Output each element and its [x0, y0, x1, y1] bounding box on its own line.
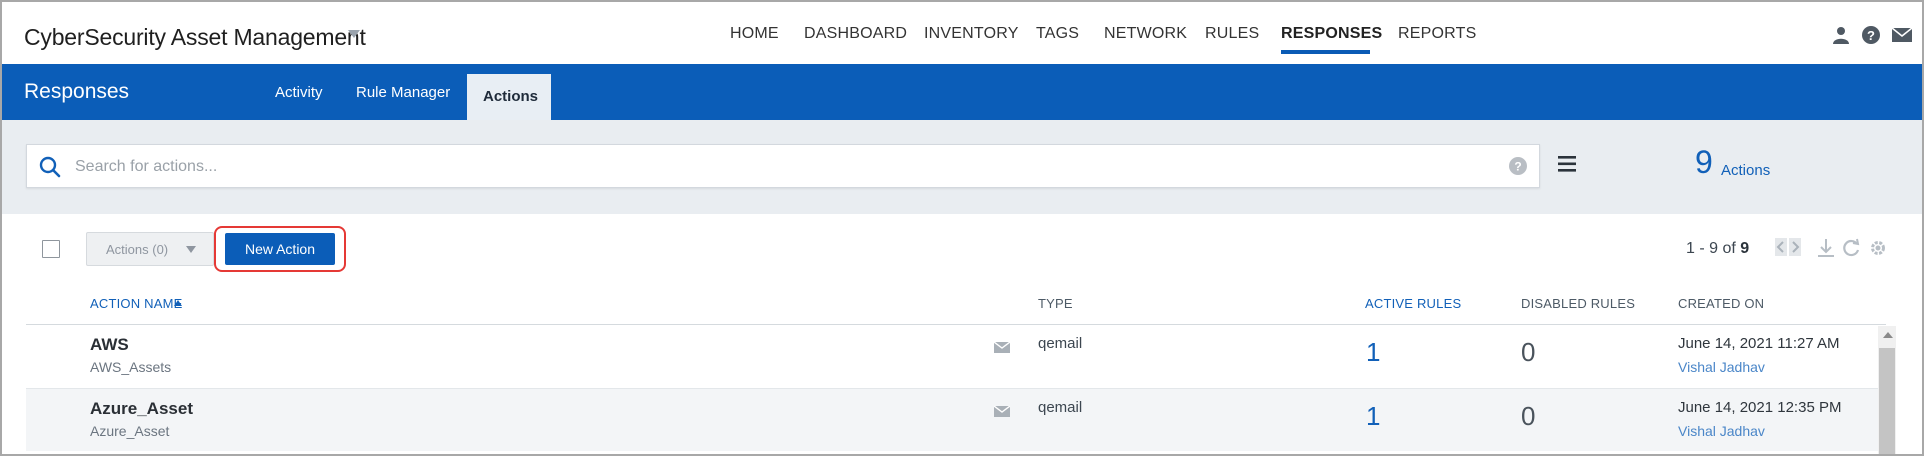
created-by-user[interactable]: Vishal Jadhav [1678, 423, 1765, 439]
actions-count: 9 [1695, 144, 1713, 180]
action-subtitle: AWS_Assets [90, 359, 172, 375]
nav-home[interactable]: HOME [730, 25, 779, 43]
column-disabled-rules[interactable]: DISABLED RULES [1521, 296, 1635, 311]
pagination-total: 9 [1740, 240, 1750, 257]
mail-icon[interactable] [1891, 27, 1913, 47]
column-active-rules[interactable]: ACTIVE RULES [1365, 296, 1461, 311]
action-subtitle: Azure_Asset [90, 423, 170, 439]
action-type: qemail [1038, 335, 1083, 352]
top-navigation: CyberSecurity Asset Management HOME DASH… [2, 2, 1922, 64]
search-box: ? [26, 144, 1540, 189]
chevron-down-icon [186, 246, 196, 253]
nav-tags[interactable]: TAGS [1036, 25, 1079, 43]
app-title: CyberSecurity Asset Management [24, 24, 366, 50]
bulk-actions-dropdown[interactable]: Actions (0) [86, 232, 214, 266]
active-nav-indicator [1281, 50, 1370, 54]
app-window: CyberSecurity Asset Management HOME DASH… [0, 0, 1924, 456]
download-icon[interactable] [1817, 238, 1835, 263]
help-icon[interactable]: ? [1862, 26, 1880, 49]
prev-page-icon[interactable] [1775, 238, 1787, 261]
nav-network[interactable]: NETWORK [1104, 25, 1187, 43]
table-row[interactable]: Azure_Asset Azure_Asset qemail 1 0 June … [26, 389, 1878, 451]
tab-actions[interactable]: Actions [467, 74, 551, 120]
scrollbar-thumb[interactable] [1879, 348, 1895, 454]
gear-icon[interactable] [1868, 238, 1888, 263]
section-header: Responses Activity Rule Manager Actions [2, 64, 1922, 120]
column-action-name[interactable]: ACTION NAME [90, 296, 182, 311]
active-rules-count[interactable]: 1 [1366, 401, 1380, 432]
nav-inventory[interactable]: INVENTORY [924, 25, 1019, 43]
active-rules-count[interactable]: 1 [1366, 337, 1380, 368]
disabled-rules-count: 0 [1521, 401, 1536, 431]
nav-rules[interactable]: RULES [1205, 25, 1259, 43]
svg-text:?: ? [1867, 28, 1875, 43]
table-row[interactable]: AWS AWS_Assets qemail 1 0 June 14, 2021 … [26, 325, 1878, 387]
disabled-rules-count: 0 [1521, 337, 1536, 367]
svg-text:?: ? [1514, 160, 1521, 174]
created-on-date: June 14, 2021 12:35 PM [1678, 399, 1842, 416]
email-type-icon [993, 404, 1011, 422]
search-help-icon[interactable]: ? [1509, 157, 1527, 180]
search-band: ? 9 Actions [2, 120, 1922, 214]
section-title: Responses [24, 80, 130, 103]
next-page-icon[interactable] [1789, 238, 1801, 261]
tab-activity[interactable]: Activity [259, 64, 339, 120]
pagination-range: 1 - 9 of [1686, 240, 1736, 257]
search-icon[interactable] [39, 156, 61, 183]
action-name[interactable]: AWS [90, 335, 129, 355]
search-input[interactable] [73, 145, 1477, 189]
column-created-on[interactable]: CREATED ON [1678, 296, 1764, 311]
refresh-icon[interactable] [1841, 238, 1861, 263]
nav-dashboard[interactable]: DASHBOARD [804, 25, 907, 43]
action-name[interactable]: Azure_Asset [90, 399, 193, 419]
tab-rule-manager[interactable]: Rule Manager [340, 64, 466, 120]
filter-menu-icon[interactable] [1558, 156, 1576, 177]
nav-reports[interactable]: REPORTS [1398, 25, 1476, 43]
app-switcher-caret-icon[interactable] [348, 30, 360, 38]
created-by-user[interactable]: Vishal Jadhav [1678, 359, 1765, 375]
pagination-info: 1 - 9 of 9 [1686, 240, 1749, 258]
bulk-actions-label: Actions (0) [106, 242, 169, 257]
actions-count-label: Actions [1721, 162, 1771, 179]
column-type[interactable]: TYPE [1038, 296, 1073, 311]
action-type: qemail [1038, 399, 1083, 416]
new-action-button[interactable]: New Action [225, 233, 335, 265]
scroll-up-icon[interactable] [1883, 332, 1893, 338]
email-type-icon [993, 340, 1011, 358]
nav-responses[interactable]: RESPONSES [1281, 25, 1382, 43]
created-on-date: June 14, 2021 11:27 AM [1678, 335, 1840, 352]
user-icon[interactable] [1832, 26, 1850, 49]
sort-ascending-icon [174, 300, 182, 306]
select-all-checkbox[interactable] [42, 240, 60, 258]
